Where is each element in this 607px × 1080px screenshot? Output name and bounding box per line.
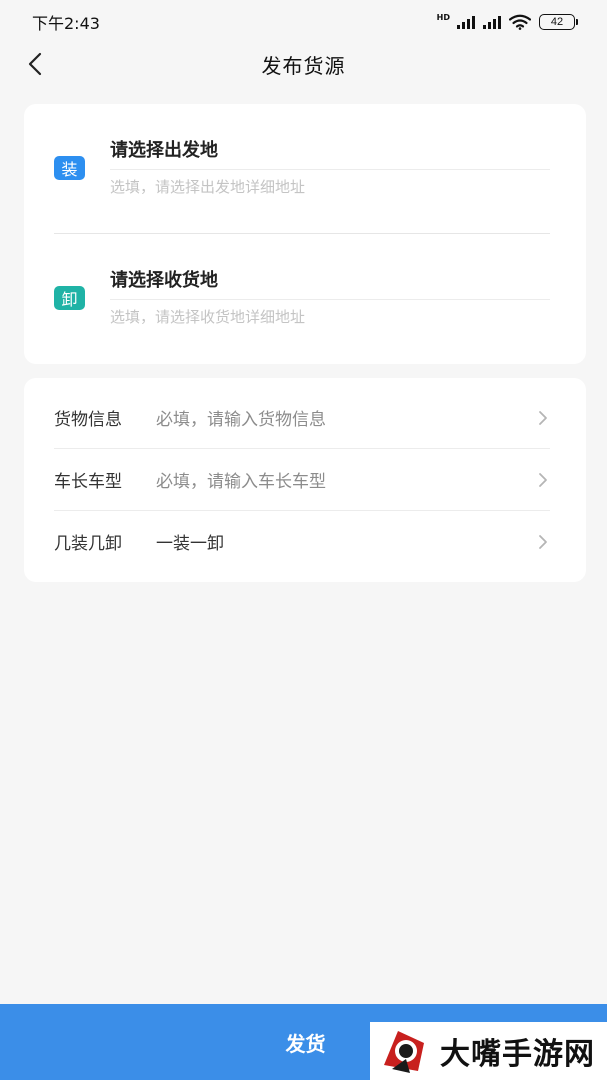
chevron-left-icon xyxy=(28,52,42,76)
origin-divider xyxy=(110,169,550,170)
origin-block: 装 请选择出发地 xyxy=(24,104,586,234)
cargo-info-value: 必填，请输入货物信息 xyxy=(156,410,326,430)
chevron-right-icon xyxy=(538,409,550,427)
load-unload-label: 几装几卸 xyxy=(54,534,122,554)
watermark-logo-icon xyxy=(384,1031,424,1073)
vehicle-type-row[interactable]: 车长车型 必填，请输入车长车型 xyxy=(54,449,550,510)
battery-icon: 42 xyxy=(539,14,578,30)
signal-icon-2 xyxy=(483,15,501,29)
status-icons: HD 42 xyxy=(436,13,578,30)
load-unload-row[interactable]: 几装几卸 一装一卸 xyxy=(54,511,550,572)
destination-block: 卸 请选择收货地 xyxy=(24,234,586,364)
chevron-right-icon xyxy=(538,533,550,551)
nav-bar: 发布货源 xyxy=(0,44,607,84)
origin-select[interactable]: 请选择出发地 xyxy=(110,136,218,162)
submit-label: 发货 xyxy=(285,1031,326,1056)
wifi-icon xyxy=(509,14,531,30)
destination-detail-input[interactable] xyxy=(110,308,550,326)
back-button[interactable] xyxy=(20,48,50,80)
vehicle-type-label: 车长车型 xyxy=(54,472,122,492)
vehicle-type-value: 必填，请输入车长车型 xyxy=(156,472,326,492)
network-type-label: HD xyxy=(436,13,450,22)
signal-icon xyxy=(457,15,475,29)
cargo-info-row[interactable]: 货物信息 必填，请输入货物信息 xyxy=(54,387,550,448)
page-title: 发布货源 xyxy=(261,53,346,78)
destination-divider xyxy=(110,299,550,300)
watermark: 大嘴手游网 xyxy=(370,1022,607,1080)
watermark-text: 大嘴手游网 xyxy=(440,1037,595,1072)
battery-level: 42 xyxy=(550,16,564,28)
chevron-right-icon xyxy=(538,471,550,489)
load-badge: 装 xyxy=(54,156,85,180)
status-bar: 下午2:43 HD 42 xyxy=(0,0,607,44)
cargo-info-card: 货物信息 必填，请输入货物信息 车长车型 必填，请输入车长车型 几装几卸 一装一… xyxy=(24,378,586,582)
unload-badge: 卸 xyxy=(54,286,85,310)
origin-detail-input[interactable] xyxy=(110,178,550,196)
load-unload-value: 一装一卸 xyxy=(156,534,224,554)
status-time: 下午2:43 xyxy=(32,14,100,33)
cargo-info-label: 货物信息 xyxy=(54,410,122,430)
destination-select[interactable]: 请选择收货地 xyxy=(110,266,218,292)
location-card: 装 请选择出发地 卸 请选择收货地 xyxy=(24,104,586,364)
